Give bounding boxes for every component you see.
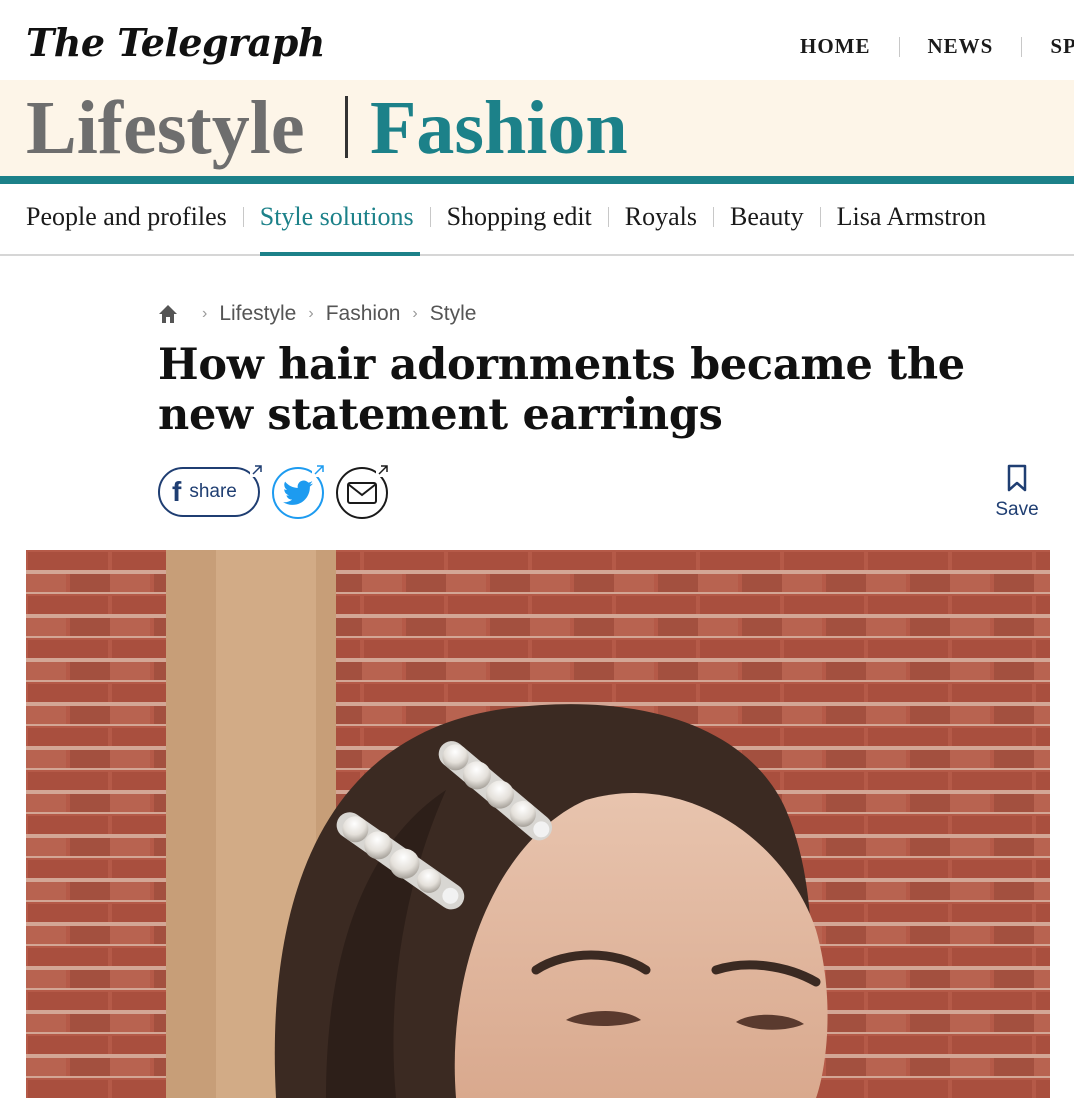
- save-label: Save: [995, 499, 1039, 520]
- subnav-item-shopping-edit[interactable]: Shopping edit: [447, 202, 592, 232]
- save-article-button[interactable]: Save: [994, 464, 1040, 521]
- email-share-button[interactable]: [336, 463, 390, 519]
- site-header: The Telegraph HOME NEWS SP: [0, 0, 1074, 80]
- subnav-item-royals[interactable]: Royals: [625, 202, 697, 232]
- home-icon[interactable]: [158, 304, 178, 324]
- chevron-right-icon: ›: [202, 305, 208, 322]
- section-subnav: People and profiles Style solutions Shop…: [0, 184, 1074, 256]
- breadcrumb-style[interactable]: Style: [430, 302, 477, 326]
- top-nav-news[interactable]: NEWS: [928, 34, 994, 59]
- section-divider: [345, 96, 348, 158]
- chevron-right-icon: ›: [308, 305, 314, 322]
- subnav-divider: [242, 207, 244, 227]
- subnav-item-beauty[interactable]: Beauty: [730, 202, 804, 232]
- facebook-share-button[interactable]: f share: [158, 463, 264, 517]
- facebook-icon: f: [172, 476, 182, 507]
- bookmark-icon: [1007, 464, 1027, 492]
- subnav-item-people-and-profiles[interactable]: People and profiles: [26, 202, 227, 232]
- subnav-item-style-solutions[interactable]: Style solutions: [259, 202, 420, 256]
- top-nav: HOME NEWS SP: [800, 34, 1074, 59]
- telegraph-logo[interactable]: The Telegraph: [26, 20, 325, 65]
- facebook-share-label: share: [189, 481, 237, 502]
- subnav-divider: [713, 207, 714, 227]
- article-headline: How hair adornments became the new state…: [158, 340, 965, 440]
- top-nav-home[interactable]: HOME: [800, 34, 871, 59]
- breadcrumb: › Lifestyle › Fashion › Style: [158, 302, 476, 326]
- twitter-share-button[interactable]: [272, 463, 326, 519]
- email-icon: [347, 482, 377, 504]
- subnav-divider: [607, 207, 609, 227]
- twitter-icon: [283, 480, 313, 505]
- external-link-icon: [250, 463, 264, 477]
- breadcrumb-lifestyle[interactable]: Lifestyle: [219, 302, 296, 326]
- top-nav-sport[interactable]: SP: [1050, 34, 1074, 59]
- section-parent-link[interactable]: Lifestyle: [26, 84, 305, 172]
- hero-image: [26, 550, 1050, 1098]
- nav-divider: [898, 36, 900, 57]
- external-link-icon: [376, 463, 390, 477]
- nav-divider: [1021, 36, 1023, 57]
- section-banner: Lifestyle Fashion: [0, 80, 1074, 176]
- chevron-right-icon: ›: [412, 305, 418, 322]
- section-title-link[interactable]: Fashion: [370, 84, 628, 172]
- subnav-divider: [429, 207, 431, 227]
- subnav-divider: [819, 207, 821, 227]
- breadcrumb-fashion[interactable]: Fashion: [326, 302, 401, 326]
- subnav-item-lisa-armstrong[interactable]: Lisa Armstron: [837, 202, 987, 232]
- section-rule: [0, 176, 1074, 184]
- external-link-icon: [312, 463, 326, 477]
